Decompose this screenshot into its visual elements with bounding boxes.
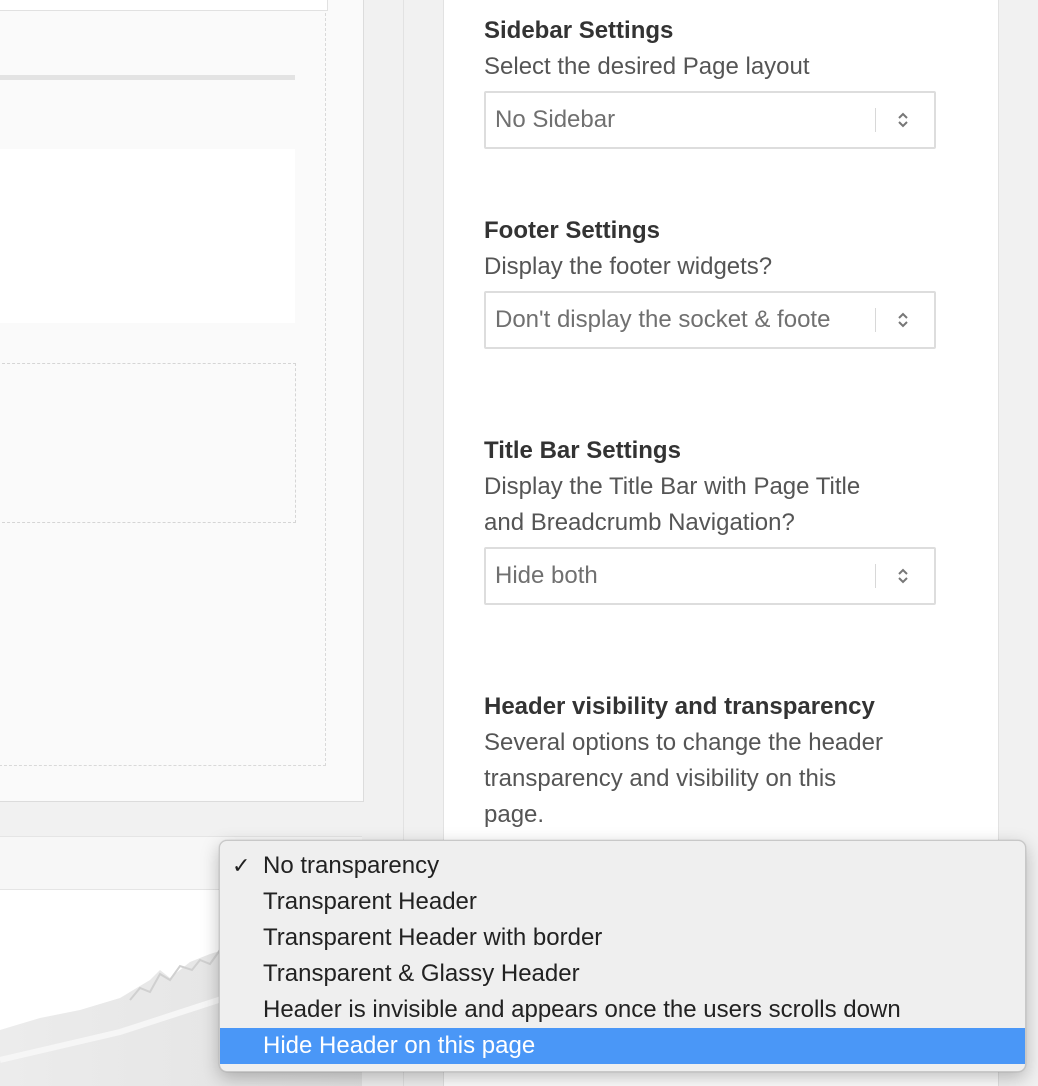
dropdown-option-transparent-header-border[interactable]: Transparent Header with border [220,920,1025,956]
section-title: Title Bar Settings [484,437,681,464]
section-description-line: page. [484,801,545,828]
section-description-line: Several options to change the header [484,729,883,756]
content-top-strip [0,0,328,11]
dropdown-option-hide-header[interactable]: Hide Header on this page [220,1028,1025,1064]
section-description: Display the footer widgets? [484,253,773,280]
section-description-line: transparency and visibility on this [484,765,837,792]
option-label: Header is invisible and appears once the… [263,996,901,1023]
content-divider [0,75,295,80]
select-value: No Sidebar [495,106,616,133]
section-description-line: Display the Title Bar with Page Title [484,473,861,500]
section-description-line: and Breadcrumb Navigation? [484,509,795,536]
up-down-chevron-icon [898,568,908,584]
section-title: Header visibility and transparency [484,693,875,720]
header-visibility-section: Header visibility and transparency Sever… [484,689,954,833]
footer-settings-section: Footer Settings Display the footer widge… [484,213,954,349]
select-value: Hide both [495,562,598,589]
title-bar-settings-section: Title Bar Settings Display the Title Bar… [484,433,954,605]
section-description: Select the desired Page layout [484,53,810,80]
option-label: Transparent & Glassy Header [263,960,580,987]
up-down-chevron-icon [898,312,908,328]
dropdown-option-invisible-header[interactable]: Header is invisible and appears once the… [220,992,1025,1028]
sidebar-settings-section: Sidebar Settings Select the desired Page… [484,13,954,149]
content-block-frame [0,0,364,802]
checkmark-icon: ✓ [232,853,251,878]
option-label: Transparent Header [263,888,477,915]
content-dropzone[interactable] [0,363,296,523]
select-divider [875,108,876,132]
option-label: Transparent Header with border [263,924,603,951]
dropdown-option-transparent-header[interactable]: Transparent Header [220,884,1025,920]
select-value: Don't display the socket & foote [495,306,831,333]
sidebar-layout-select[interactable]: No Sidebar [484,91,936,149]
dropdown-option-transparent-glassy-header[interactable]: Transparent & Glassy Header [220,956,1025,992]
select-divider [875,564,876,588]
content-block[interactable] [0,149,295,323]
footer-widgets-select[interactable]: Don't display the socket & foote [484,291,936,349]
header-transparency-dropdown-menu[interactable]: ✓ No transparency Transparent Header Tra… [219,840,1026,1072]
dropdown-option-no-transparency[interactable]: ✓ No transparency [220,848,1025,884]
select-divider [875,308,876,332]
option-label: Hide Header on this page [263,1032,536,1059]
up-down-chevron-icon [898,112,908,128]
option-label: No transparency [263,852,440,879]
section-title: Sidebar Settings [484,17,674,44]
title-bar-select[interactable]: Hide both [484,547,936,605]
section-title: Footer Settings [484,217,661,244]
